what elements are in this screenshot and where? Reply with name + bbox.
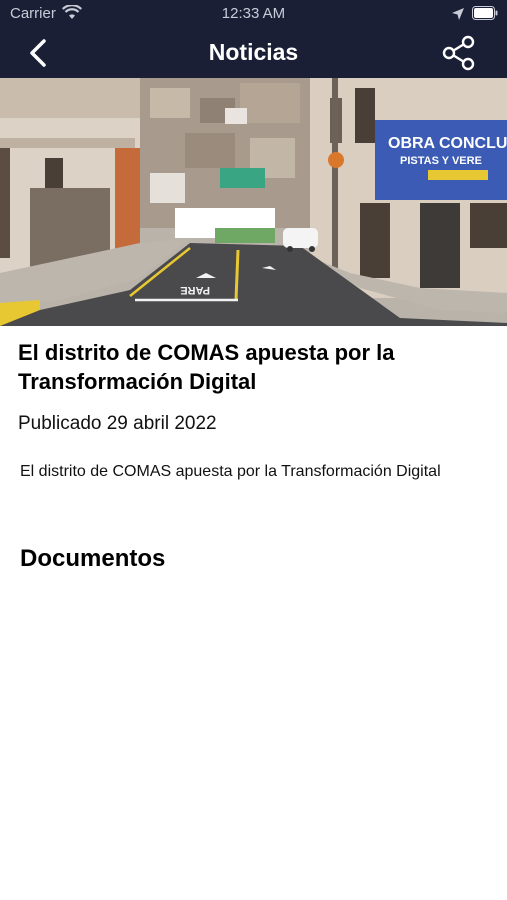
banner-line-2: PISTAS Y VERE — [400, 155, 482, 167]
street-photo: OBRA CONCLU PISTAS Y VERE PARE — [0, 78, 507, 326]
hero-image: OBRA CONCLU PISTAS Y VERE PARE — [0, 78, 507, 326]
article-date: Publicado 29 abril 2022 — [18, 413, 217, 434]
status-time: 12:33 AM — [221, 5, 286, 22]
article-title: El distrito de COMAS apuesta por la Tran… — [18, 340, 395, 394]
banner-line-1: OBRA CONCLU — [388, 135, 507, 152]
battery-icon — [472, 6, 498, 20]
share-button[interactable] — [440, 34, 478, 72]
documents-heading: Documentos — [20, 545, 166, 572]
share-icon — [442, 35, 475, 71]
status-bar: Carrier 12:33 AM — [0, 0, 507, 28]
article-body: El distrito de COMAS apuesta por la Tran… — [20, 463, 441, 480]
page-title: Noticias — [208, 39, 299, 65]
road-marking-text: PARE — [180, 284, 210, 296]
navigation-bar: Noticias — [0, 28, 507, 78]
location-icon — [452, 8, 464, 20]
